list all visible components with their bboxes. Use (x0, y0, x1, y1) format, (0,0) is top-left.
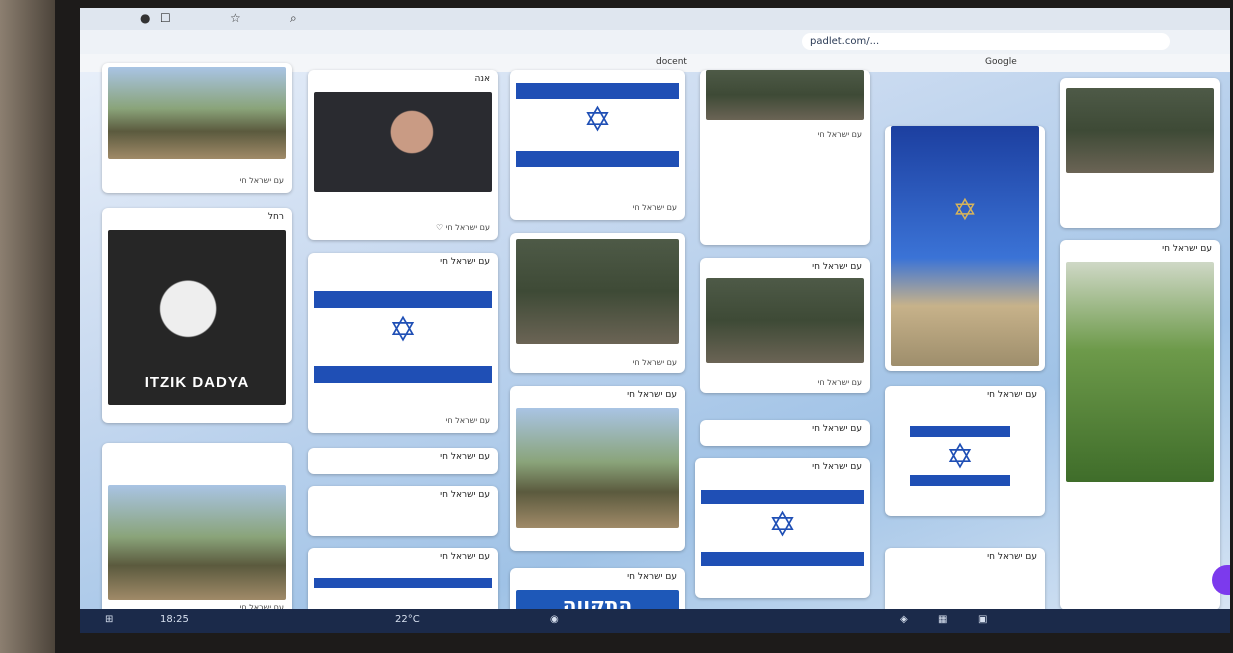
post-card[interactable]: עם ישראל חי ✡ עם ישראל חי (308, 253, 498, 433)
photo (1066, 88, 1214, 173)
post-card[interactable] (1060, 78, 1220, 228)
greenhouse-photo (1066, 262, 1214, 482)
album-cover[interactable]: ITZIK DADYA (108, 230, 286, 405)
israel-flag-image: ✡ (910, 416, 1010, 496)
post-card[interactable]: עם ישראל חי (510, 386, 685, 551)
post-caption: עם ישראל חי (632, 358, 677, 367)
post-card[interactable]: עם ישראל חי (700, 70, 870, 245)
post-author: עם ישראל חי (812, 262, 862, 272)
soldiers-photo (516, 408, 679, 528)
search-icon[interactable]: ⌕ (290, 11, 297, 26)
star-of-david-icon: ✡ (388, 310, 418, 350)
post-card[interactable]: עם ישראל חי (1060, 240, 1220, 610)
post-caption: עם ישראל חי (817, 378, 862, 387)
post-card[interactable]: ✡ (885, 126, 1045, 371)
israel-flag-image: ✡ (516, 70, 679, 180)
app-icon[interactable]: ▦ (938, 614, 947, 625)
chrome-icon[interactable]: ◉ (550, 614, 559, 625)
post-author: עם ישראל חי (440, 257, 490, 267)
address-bar-row: padlet.com/... (80, 30, 1230, 54)
post-card[interactable]: עם ישראל חי (700, 420, 870, 446)
star-icon[interactable]: ☆ (230, 11, 241, 25)
post-author: עם ישראל חי (440, 452, 490, 462)
post-card[interactable]: עם ישראל חי עם ישראל חי (700, 258, 870, 393)
tab-actions-icon[interactable]: ☐ (160, 11, 171, 25)
soldiers-photo (516, 239, 679, 344)
post-card[interactable]: אנה עם ישראל חי ♡ (308, 70, 498, 240)
album-title: ITZIK DADYA (144, 374, 250, 391)
url-input[interactable]: padlet.com/... (802, 33, 1170, 50)
photo (706, 70, 864, 120)
bookmark-google[interactable]: Google (985, 57, 1017, 67)
app-icon[interactable]: ◈ (900, 614, 908, 625)
post-card[interactable]: עם ישראל חי (308, 448, 498, 474)
post-author: עם ישראל חי (627, 572, 677, 582)
post-author: רחל (267, 212, 284, 222)
screen: ● ☐ ☆ ⌕ padlet.com/... docent Google עם … (80, 8, 1230, 633)
soldiers-photo (108, 485, 286, 600)
jerusalem-image: ✡ (891, 126, 1039, 366)
soldiers-photo (706, 278, 864, 363)
bookmark-docent[interactable]: docent (656, 57, 687, 67)
post-author: אנה (474, 74, 491, 84)
star-of-david-icon: ✡ (952, 193, 978, 229)
post-card[interactable]: רחל ITZIK DADYA (102, 208, 292, 423)
profile-icon[interactable]: ● (140, 11, 150, 25)
post-card[interactable]: ✡ עם ישראל חי (510, 70, 685, 220)
post-card[interactable]: עם ישראל חי ✡ (695, 458, 870, 598)
post-author: עם ישראל חי (987, 552, 1037, 562)
post-author: עם ישראל חי (812, 424, 862, 434)
post-author: עם ישראל חי (812, 462, 862, 472)
browser-tab-strip: ● ☐ ☆ ⌕ (80, 8, 1230, 31)
star-of-david-icon: ✡ (768, 505, 797, 545)
post-author: עם ישראל חי (1162, 244, 1212, 254)
post-author: עם ישראל חי (440, 490, 490, 500)
post-card[interactable]: עם ישראל חי (510, 233, 685, 373)
post-caption: עם ישראל חי (239, 176, 284, 185)
post-card[interactable]: עם ישראל חי (102, 63, 292, 193)
post-caption: עם ישראל חי (632, 203, 677, 212)
soldiers-photo (108, 67, 286, 159)
post-card[interactable]: עם ישראל חי (885, 548, 1045, 618)
post-caption: עם ישראל חי (445, 416, 490, 425)
clock[interactable]: 18:25 (160, 614, 189, 625)
start-icon[interactable]: ⊞ (105, 614, 113, 625)
app-icon[interactable]: ▣ (978, 614, 987, 625)
star-of-david-icon: ✡ (583, 100, 612, 140)
weather-temperature[interactable]: 22°C (395, 614, 420, 625)
portrait-photo (314, 92, 492, 192)
post-caption: עם ישראל חי ♡ (436, 223, 490, 232)
post-author: עם ישראל חי (440, 552, 490, 562)
israel-flag-image: ✡ (701, 478, 864, 578)
post-caption: עם ישראל חי (817, 130, 862, 139)
post-author: עם ישראל חי (627, 390, 677, 400)
post-card[interactable]: עם ישראל חי (308, 486, 498, 536)
post-card[interactable]: עם ישראל חי ✡ (885, 386, 1045, 516)
post-author: עם ישראל חי (987, 390, 1037, 400)
star-of-david-icon: ✡ (945, 437, 975, 477)
windows-taskbar: ⊞ 18:25 22°C ◉ ◈ ▦ ▣ (80, 609, 1230, 633)
post-card[interactable]: עם ישראל חי (102, 443, 292, 618)
israel-flag-image: ✡ (314, 277, 492, 397)
